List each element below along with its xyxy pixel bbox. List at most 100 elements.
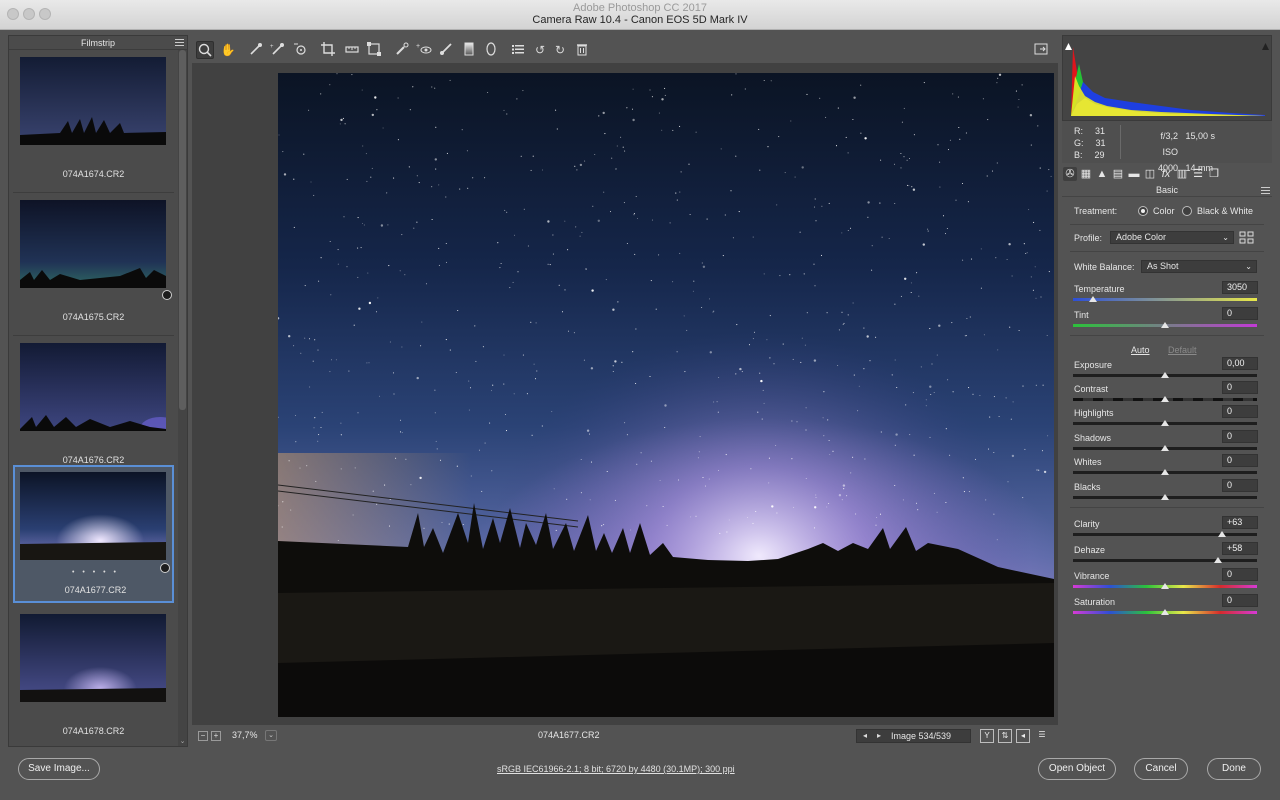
exposure-value-field[interactable]: 0,00	[1222, 357, 1258, 370]
red-value: 31	[1094, 126, 1105, 136]
tools-toolbar: ✋ + + ↺ ↻	[192, 37, 1058, 63]
svg-text:+: +	[416, 43, 420, 50]
radial-filter-icon[interactable]	[482, 41, 500, 59]
filmstrip-item[interactable]: 074A1674.CR2	[13, 51, 174, 193]
white-balance-select[interactable]: As Shot ⌄	[1141, 260, 1257, 273]
rotate-cw-icon[interactable]: ↻	[551, 41, 569, 59]
crop-tool-icon[interactable]	[319, 41, 337, 59]
workflow-options-link[interactable]: sRGB IEC61966-2.1; 8 bit; 6720 by 4480 (…	[497, 764, 735, 774]
presets-tab-icon[interactable]: ☰	[1191, 167, 1205, 181]
preferences-list-icon[interactable]	[509, 41, 527, 59]
filmstrip-item[interactable]: 074A1678.CR2	[13, 608, 174, 746]
filmstrip-header: Filmstrip	[9, 36, 187, 50]
blacks-slider-thumb[interactable]	[1161, 494, 1169, 500]
detail-tab-icon[interactable]: ▲	[1095, 167, 1109, 181]
scroll-down-arrow-icon[interactable]: ⌄	[179, 738, 186, 746]
profile-browser-grid-icon[interactable]	[1239, 231, 1255, 245]
white-balance-eyedropper-icon[interactable]	[247, 41, 265, 59]
dehaze-slider-track[interactable]	[1073, 559, 1257, 562]
saturation-slider-thumb[interactable]	[1161, 609, 1169, 615]
targeted-adjustment-icon[interactable]	[291, 41, 309, 59]
color-sampler-icon[interactable]: +	[269, 41, 287, 59]
temperature-value-field[interactable]: 3050	[1222, 281, 1258, 294]
filmstrip-item[interactable]: 074A1676.CR2	[13, 337, 174, 479]
zoom-dropdown-chevron-icon[interactable]: ⌄	[265, 730, 277, 741]
panel-menu-icon[interactable]	[1261, 187, 1270, 194]
previous-image-icon[interactable]: ◂	[859, 730, 871, 742]
dehaze-slider-thumb[interactable]	[1214, 557, 1223, 563]
done-button[interactable]: Done	[1207, 758, 1261, 780]
red-eye-icon[interactable]: +	[415, 41, 433, 59]
cancel-button[interactable]: Cancel	[1134, 758, 1188, 780]
rating-stars[interactable]: • • • • •	[15, 569, 176, 576]
saturation-value-field[interactable]: 0	[1222, 594, 1258, 607]
lens-corrections-tab-icon[interactable]: ◫	[1143, 167, 1157, 181]
whites-value-field[interactable]: 0	[1222, 454, 1258, 467]
dehaze-value-field[interactable]: +58	[1222, 542, 1258, 555]
transform-tool-icon[interactable]	[365, 41, 383, 59]
highlights-value-field[interactable]: 0	[1222, 405, 1258, 418]
highlights-slider-thumb[interactable]	[1161, 420, 1169, 426]
tone-curve-tab-icon[interactable]: ▦	[1079, 167, 1093, 181]
filmstrip-menu-icon[interactable]	[175, 39, 184, 46]
effects-fx-tab-icon[interactable]: fx	[1159, 167, 1173, 181]
camera-calibration-tab-icon[interactable]: ▥	[1175, 167, 1189, 181]
contrast-slider-thumb[interactable]	[1161, 396, 1169, 402]
whites-label: Whites	[1074, 457, 1102, 467]
copy-settings-icon[interactable]: ◂	[1016, 729, 1030, 743]
split-toning-tab-icon[interactable]: ▬	[1127, 167, 1141, 181]
filmstrip-item-selected[interactable]: • • • • • 074A1677.CR2	[13, 465, 174, 603]
whites-slider-thumb[interactable]	[1161, 469, 1169, 475]
zoom-in-button[interactable]: +	[211, 731, 221, 741]
filmstrip-item[interactable]: 074A1675.CR2	[13, 194, 174, 336]
panel-title: Basic	[1155, 185, 1178, 195]
next-image-icon[interactable]: ▸	[873, 730, 885, 742]
current-filename: 074A1677.CR2	[538, 730, 600, 740]
preview-image[interactable]	[278, 73, 1054, 717]
hsl-tab-icon[interactable]: ▤	[1111, 167, 1125, 181]
swap-before-after-icon[interactable]: ⇅	[998, 729, 1012, 743]
image-preview-area[interactable]	[192, 63, 1058, 725]
clarity-slider-thumb[interactable]	[1218, 531, 1227, 537]
temperature-slider-thumb[interactable]	[1089, 296, 1098, 302]
straighten-tool-icon[interactable]	[343, 41, 361, 59]
aperture: f/3,2	[1160, 131, 1178, 141]
contrast-value-field[interactable]: 0	[1222, 381, 1258, 394]
vibrance-value-field[interactable]: 0	[1222, 568, 1258, 581]
shadows-value-field[interactable]: 0	[1222, 430, 1258, 443]
zoom-tool-icon[interactable]	[196, 41, 214, 59]
adjustment-brush-icon[interactable]	[437, 41, 455, 59]
filmstrip-scroll-thumb[interactable]	[179, 50, 186, 410]
tint-value-field[interactable]: 0	[1222, 307, 1258, 320]
before-after-y-icon[interactable]: Y	[980, 729, 994, 743]
vibrance-label: Vibrance	[1074, 571, 1110, 581]
snapshots-tab-icon[interactable]: ❐	[1207, 167, 1221, 181]
blacks-value-field[interactable]: 0	[1222, 479, 1258, 492]
auto-link[interactable]: Auto	[1131, 345, 1150, 355]
basic-tab-aperture-icon[interactable]: ✇	[1063, 167, 1077, 181]
fullscreen-toggle-icon[interactable]	[1032, 41, 1050, 59]
rotate-ccw-icon[interactable]: ↺	[531, 41, 549, 59]
filmstrip-scrollbar[interactable]: ⌄	[178, 50, 187, 746]
clarity-value-field[interactable]: +63	[1222, 516, 1258, 529]
clarity-slider-track[interactable]	[1073, 533, 1257, 536]
graduated-filter-icon[interactable]	[460, 41, 478, 59]
exposure-slider-thumb[interactable]	[1161, 372, 1169, 378]
toggle-settings-icon[interactable]: ☰	[1035, 729, 1049, 743]
vibrance-slider-thumb[interactable]	[1161, 583, 1169, 589]
profile-select[interactable]: Adobe Color ⌄	[1110, 231, 1234, 244]
treatment-bw-radio[interactable]	[1182, 206, 1192, 216]
temperature-slider-track[interactable]	[1073, 298, 1257, 301]
shadows-slider-thumb[interactable]	[1161, 445, 1169, 451]
treatment-color-radio[interactable]	[1138, 206, 1148, 216]
zoom-out-button[interactable]: −	[198, 731, 208, 741]
save-image-button[interactable]: Save Image...	[18, 758, 100, 780]
hand-tool-icon[interactable]: ✋	[219, 41, 237, 59]
filmstrip-divider	[13, 335, 174, 336]
open-object-button[interactable]: Open Object	[1038, 758, 1116, 780]
default-link[interactable]: Default	[1168, 345, 1197, 355]
trash-icon[interactable]	[573, 41, 591, 59]
spot-removal-icon[interactable]	[393, 41, 411, 59]
green-value: 31	[1095, 138, 1106, 148]
tint-slider-thumb[interactable]	[1161, 322, 1169, 328]
